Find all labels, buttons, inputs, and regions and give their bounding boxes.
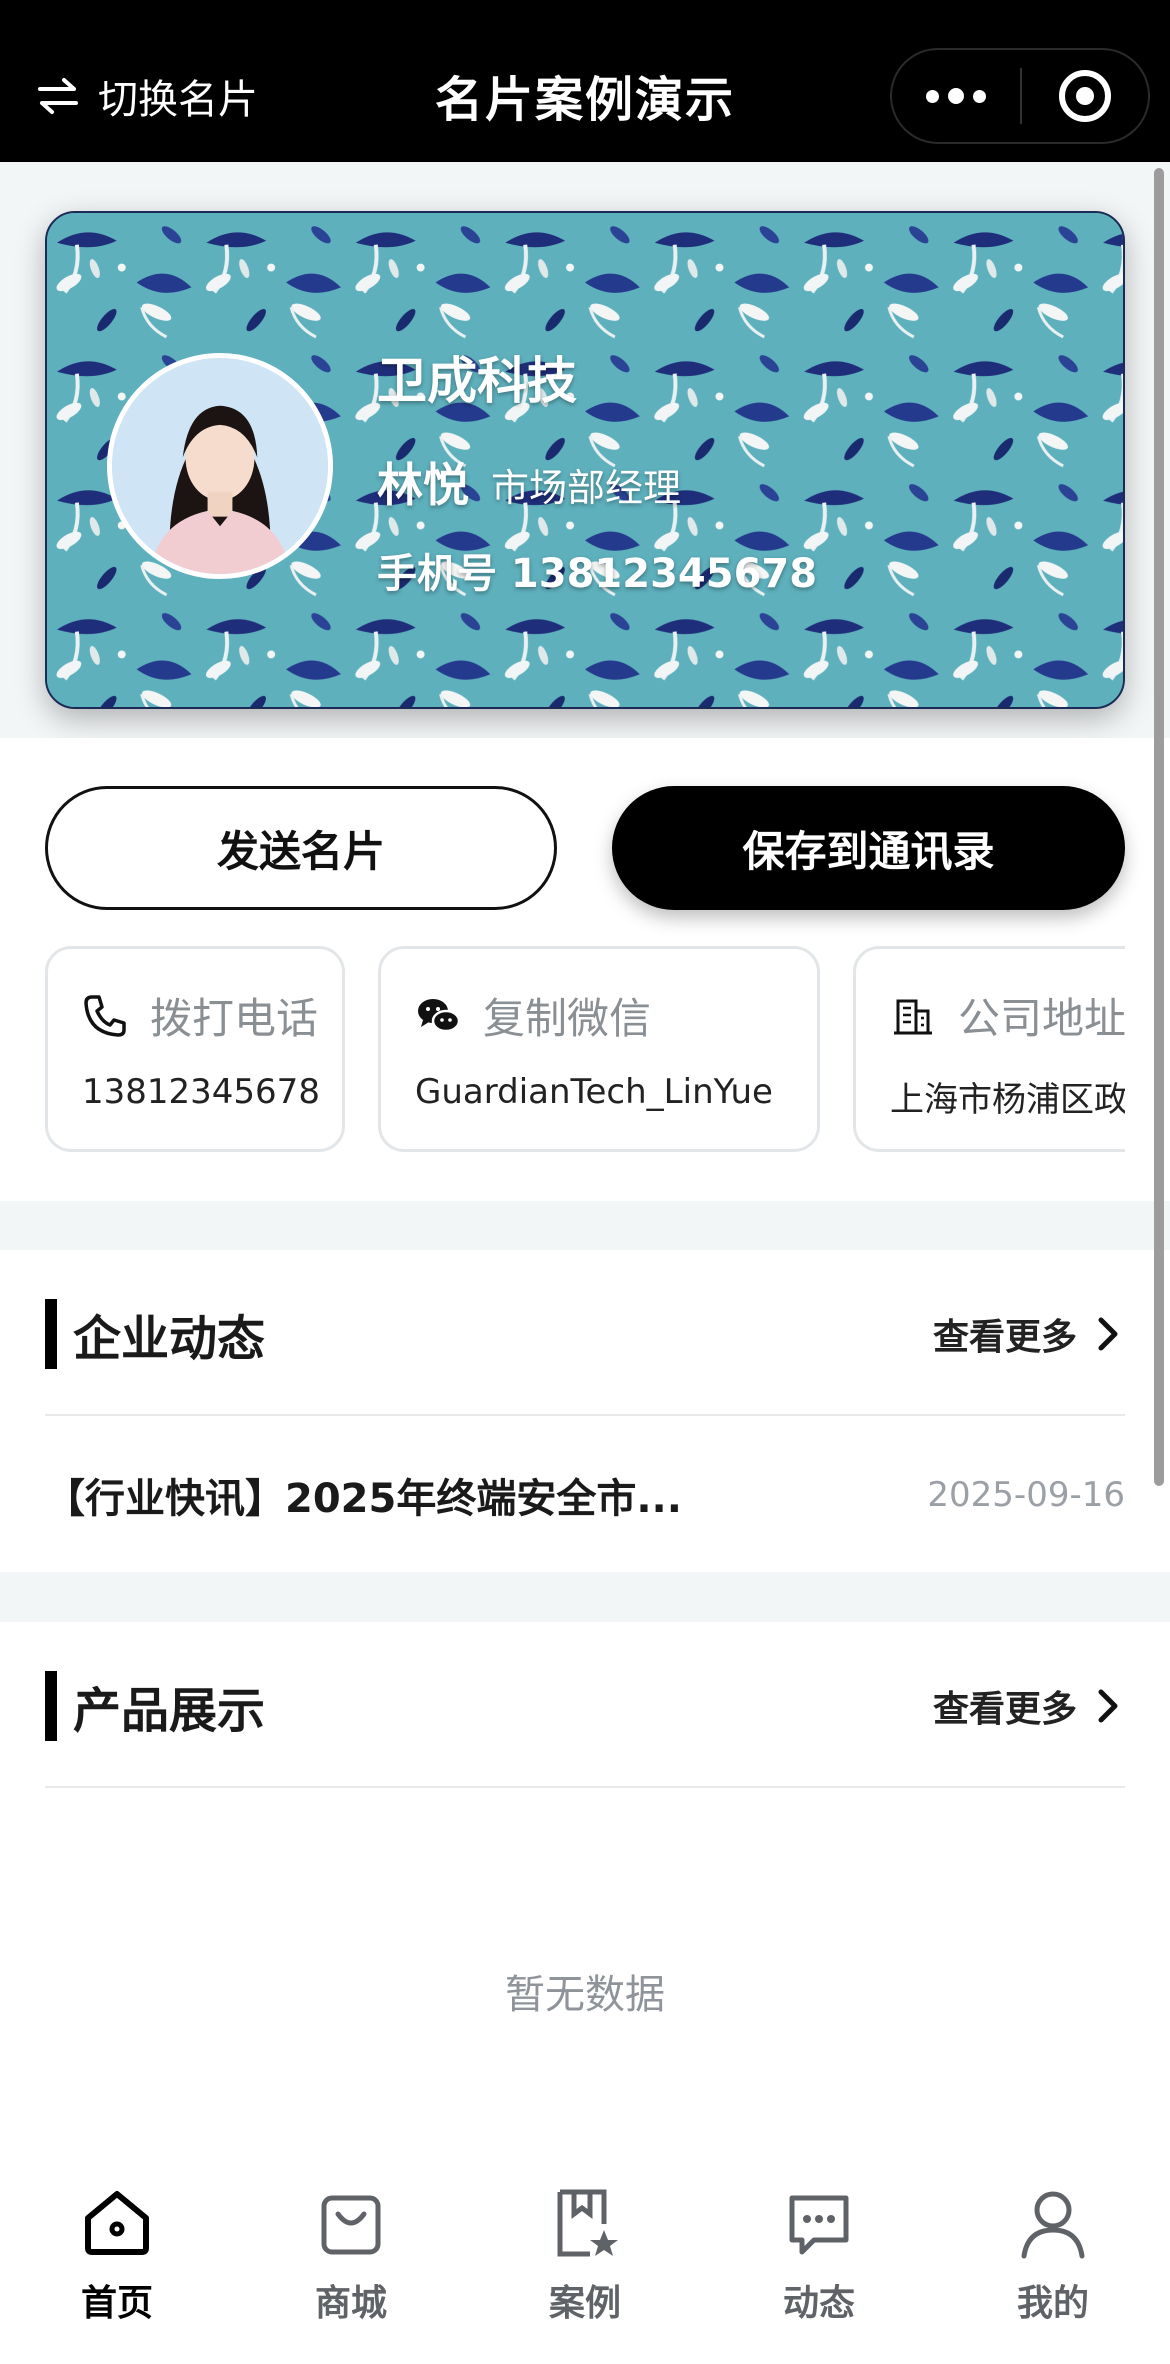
send-card-button[interactable]: 发送名片 [45,786,557,910]
tab-home-label: 首页 [80,2283,153,2324]
news-list-item[interactable]: 【行业快讯】2025年终端安全市... 2025-09-16 [45,1466,1125,1524]
product-view-more-label: 查看更多 [932,1689,1077,1730]
company-news-section: 企业动态 查看更多 【行业快讯】2025年终端安全市... 2025-09-16 [0,1250,1170,1572]
tab-feed[interactable]: 动态 [702,2164,936,2364]
copy-wechat-label: 复制微信 [483,994,652,1043]
scrollbar[interactable] [1154,168,1164,1486]
chevron-right-icon [1098,1689,1118,1723]
company-address-value: 上海市杨浦区政 [890,1080,1125,1120]
person-info: 林悦 市场部经理 [377,449,681,515]
more-dots-icon [926,89,939,103]
avatar [107,353,333,579]
call-phone-label: 拨打电话 [150,994,319,1043]
wechat-id-value: GuardianTech_LinYue [415,1072,773,1112]
company-address-chip[interactable]: 公司地址 上海市杨浦区政 [853,946,1125,1152]
news-item-title: 【行业快讯】2025年终端安全市... [45,1476,682,1522]
news-section-header: 企业动态 查看更多 [45,1298,1125,1370]
bookmark-star-icon [557,2189,618,2257]
section-divider [45,1414,1125,1416]
tab-home[interactable]: 首页 [0,2164,234,2364]
tab-cases-label: 案例 [548,2283,621,2324]
tab-mine[interactable]: 我的 [936,2164,1170,2364]
tab-mall[interactable]: 商城 [234,2164,468,2364]
news-view-more-label: 查看更多 [932,1317,1077,1358]
tab-mall-label: 商城 [314,2283,387,2324]
product-showcase-section: 产品展示 查看更多 暂无数据 [0,1622,1170,2164]
save-contact-button[interactable]: 保存到通讯录 [612,786,1125,910]
shopping-bag-icon [321,2195,381,2255]
tab-feed-label: 动态 [782,2283,855,2324]
chevron-right-icon [1098,1317,1118,1351]
section-divider [45,1786,1125,1788]
person-name: 林悦 [377,458,469,512]
profile-photo [112,358,328,574]
call-phone-chip[interactable]: 拨打电话 13812345678 [45,946,345,1152]
copy-wechat-chip[interactable]: 复制微信 GuardianTech_LinYue [378,946,820,1152]
company-address-label: 公司地址 [958,994,1125,1043]
user-icon [1021,2191,1085,2259]
bottom-tab-bar: 首页 商城 案例 动态 我的 [0,2164,1170,2364]
top-nav-bar: 切换名片 名片案例演示 [0,0,1170,162]
call-phone-value: 13812345678 [82,1072,320,1112]
wechat-icon [418,998,461,1032]
more-menu-button[interactable] [892,50,1020,142]
product-view-more-link[interactable]: 查看更多 [933,1680,1125,1732]
contact-chips: 拨打电话 13812345678 复制微信 GuardianTech_LinYu… [45,946,1125,1156]
company-name: 卫成科技 [377,352,577,410]
news-view-more-link[interactable]: 查看更多 [933,1308,1125,1360]
building-icon [894,999,932,1034]
empty-state-text: 暂无数据 [505,1972,665,2018]
person-role: 市场部经理 [491,466,682,510]
chat-bubble-icon [789,2195,849,2255]
mini-program-capsule [890,48,1150,144]
product-section-title: 产品展示 [73,1683,266,1739]
close-program-button[interactable] [1022,50,1148,142]
target-circle-icon [1059,70,1111,122]
news-item-date: 2025-09-16 [927,1475,1125,1515]
business-card: 卫成科技 林悦 市场部经理 手机号 13812345678 [45,211,1125,709]
product-section-header: 产品展示 查看更多 [45,1670,1125,1742]
tab-cases[interactable]: 案例 [468,2164,702,2364]
home-icon [85,2191,149,2255]
phone-icon [84,994,126,1037]
news-section-title: 企业动态 [73,1311,266,1367]
section-accent-bar [45,1671,57,1741]
section-accent-bar [45,1299,57,1369]
card-phone: 手机号 13812345678 [377,551,818,597]
tab-mine-label: 我的 [1016,2283,1089,2324]
actions-panel: 发送名片 保存到通讯录 拨打电话 13812345678 复制微信 Guardi… [0,738,1170,1201]
